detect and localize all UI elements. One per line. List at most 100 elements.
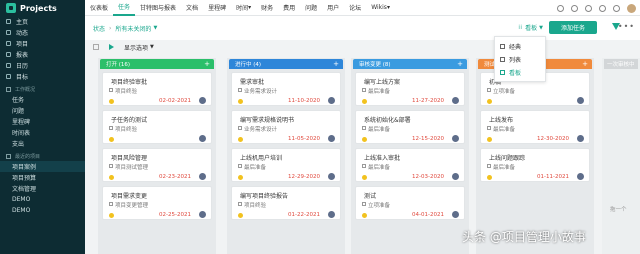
tab-documents[interactable]: 文档 — [181, 0, 203, 16]
task-card[interactable]: 上线问题跟踪 最后准备 01-11-2021 — [480, 148, 590, 182]
list-view-icon — [500, 57, 505, 62]
assignee-avatar[interactable] — [452, 173, 459, 180]
tab-gantt-reports[interactable]: 甘特图与报表 — [135, 0, 181, 16]
bell-icon[interactable] — [599, 4, 606, 12]
view-switcher[interactable]: ⁞⁞ 看板 ▼ — [518, 23, 543, 32]
sidebar-item-timesheets[interactable]: 时间表 — [0, 127, 85, 138]
assignee-avatar[interactable] — [577, 135, 584, 142]
sidebar-item-expenses[interactable]: 支出 — [0, 138, 85, 149]
task-card[interactable]: 项目风险管理 项目测试管理 02-23-2021 — [102, 148, 212, 182]
sidebar-item-recent-project[interactable]: DEMO — [0, 205, 85, 216]
assignee-avatar[interactable] — [328, 97, 335, 104]
task-stage: 项目终验 — [115, 89, 138, 95]
timer-icon[interactable] — [571, 4, 578, 12]
search-icon[interactable] — [557, 4, 564, 12]
tab-wikis[interactable]: Wikis ▾ — [366, 0, 395, 16]
task-card[interactable]: 上线发布 最后准备 12-30-2020 — [480, 110, 590, 144]
sidebar-item-recent-project[interactable]: DEMO — [0, 194, 85, 205]
select-all-checkbox[interactable] — [93, 44, 99, 50]
status-filter[interactable]: 状态 › 所有未关闭的 ▼ — [93, 24, 157, 33]
task-card[interactable]: 编写项目终验报告 项目终验 01-22-2021 — [231, 186, 341, 220]
task-card[interactable]: 编写需求规格说明书 业务需求设计 11-05-2020 — [231, 110, 341, 144]
display-options[interactable]: 显示选项 — [124, 43, 148, 52]
app-brand[interactable]: Projects — [0, 0, 85, 16]
task-card[interactable]: 项目终验审批 项目终验 02-02-2021 — [102, 72, 212, 106]
user-avatar[interactable] — [627, 3, 636, 13]
sidebar-item-calendar[interactable]: 日历 — [0, 60, 85, 71]
view-menu-classic[interactable]: 经典 — [495, 40, 545, 53]
task-title[interactable]: 系统初始化&部署 — [364, 115, 411, 124]
task-card[interactable]: 上线机用户培训 最后准备 12-29-2020 — [231, 148, 341, 182]
add-card-icon[interactable]: + — [456, 60, 464, 68]
task-title[interactable]: 上线问题跟踪 — [489, 153, 525, 162]
view-menu-kanban[interactable]: 看板 — [495, 66, 545, 79]
assignee-avatar[interactable] — [452, 211, 459, 218]
task-card[interactable]: 项目需求变更 项目变更管理 02-25-2021 — [102, 186, 212, 220]
tab-dashboard[interactable]: 仪表板 — [85, 0, 113, 16]
play-icon[interactable] — [109, 44, 114, 50]
add-icon[interactable] — [585, 4, 592, 12]
assignee-avatar[interactable] — [452, 97, 459, 104]
task-title[interactable]: 项目风险管理 — [111, 153, 147, 162]
more-icon[interactable]: ••• — [618, 22, 635, 31]
tab-finance[interactable]: 财务 — [256, 0, 278, 16]
task-card[interactable]: 测试 立项准备 04-01-2021 — [355, 186, 465, 220]
settings-icon[interactable] — [613, 4, 620, 12]
task-title[interactable]: 测试 — [364, 191, 376, 200]
task-title[interactable]: 项目需求变更 — [111, 191, 147, 200]
assignee-avatar[interactable] — [328, 211, 335, 218]
assignee-avatar[interactable] — [577, 173, 584, 180]
add-card-icon[interactable]: + — [203, 60, 211, 68]
view-menu-list[interactable]: 列表 — [495, 53, 545, 66]
assignee-avatar[interactable] — [328, 135, 335, 142]
tab-issues[interactable]: 问题 — [300, 0, 322, 16]
assignee-avatar[interactable] — [328, 173, 335, 180]
task-title[interactable]: 上线发布 — [489, 115, 513, 124]
toolbar: 状态 › 所有未关闭的 ▼ ⁞⁞ 看板 ▼ 添加任务 ••• — [85, 16, 640, 40]
task-title[interactable]: 编写项目终验报告 — [240, 191, 288, 200]
add-card-icon[interactable]: + — [581, 60, 589, 68]
tab-expenses[interactable]: 费用 — [278, 0, 300, 16]
sidebar-item-recent-project[interactable]: 文档管理 — [0, 183, 85, 194]
assignee-avatar[interactable] — [452, 135, 459, 142]
task-title[interactable]: 项目终验审批 — [111, 77, 147, 86]
sidebar-section-work[interactable]: 工作概况 — [0, 84, 85, 94]
assignee-avatar[interactable] — [199, 135, 206, 142]
task-card[interactable]: 子任务的测试 项目终验 — [102, 110, 212, 144]
task-title[interactable]: 子任务的测试 — [111, 115, 147, 124]
task-title[interactable]: 编写需求规格说明书 — [240, 115, 294, 124]
sidebar-item-goals[interactable]: 目标 — [0, 71, 85, 82]
sidebar-item-feed[interactable]: 动态 — [0, 27, 85, 38]
tab-users[interactable]: 用户 — [322, 0, 344, 16]
tab-tasks[interactable]: 任务 — [113, 0, 136, 16]
stage-icon — [238, 202, 242, 206]
watermark: 头条 @项目管理小故事 — [462, 230, 586, 244]
task-title[interactable]: 编写上线方案 — [364, 77, 400, 86]
sidebar-item-issues[interactable]: 问题 — [0, 105, 85, 116]
task-title[interactable]: 需求审批 — [240, 77, 264, 86]
sidebar-item-tasks[interactable]: 任务 — [0, 94, 85, 105]
task-title[interactable]: 上线准入审批 — [364, 153, 400, 162]
assignee-avatar[interactable] — [577, 97, 584, 104]
task-card[interactable]: 需求审批 业务需求设计 11-10-2020 — [231, 72, 341, 106]
due-date: 01-11-2021 — [537, 174, 569, 180]
tab-forums[interactable]: 论坛 — [344, 0, 366, 16]
task-card[interactable]: 系统初始化&部署 最后准备 12-15-2020 — [355, 110, 465, 144]
task-card[interactable]: 上线准入审批 最后准备 12-03-2020 — [355, 148, 465, 182]
add-card-icon[interactable]: + — [332, 60, 340, 68]
task-card[interactable]: 编写上线方案 最后准备 11-27-2020 — [355, 72, 465, 106]
sidebar-item-recent-project[interactable]: 项目案例 — [0, 161, 85, 172]
assignee-avatar[interactable] — [199, 97, 206, 104]
assignee-avatar[interactable] — [199, 211, 206, 218]
sidebar-item-milestones[interactable]: 里程碑 — [0, 116, 85, 127]
add-task-button[interactable]: 添加任务 — [549, 21, 597, 34]
assignee-avatar[interactable] — [199, 173, 206, 180]
sidebar-item-projects[interactable]: 项目 — [0, 38, 85, 49]
sidebar-item-recent-project[interactable]: 项目预算 — [0, 172, 85, 183]
sidebar-item-home[interactable]: 主页 — [0, 16, 85, 27]
sidebar-section-recent[interactable]: 最近的项目 — [0, 151, 85, 161]
task-title[interactable]: 上线机用户培训 — [240, 153, 282, 162]
sidebar-item-reports[interactable]: 报表 — [0, 49, 85, 60]
tab-time[interactable]: 时间 ▾ — [231, 0, 256, 16]
tab-milestones[interactable]: 里程碑 — [203, 0, 231, 16]
